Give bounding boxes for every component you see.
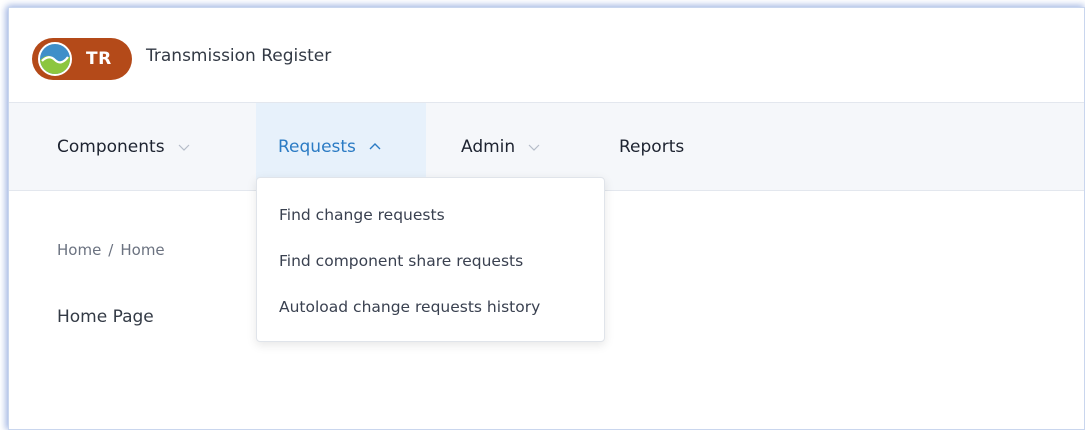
menu-item-find-component-share-requests[interactable]: Find component share requests	[257, 238, 604, 284]
app-header: TR Transmission Register	[9, 8, 1084, 103]
chevron-down-icon	[178, 144, 189, 151]
breadcrumb-separator: /	[108, 241, 114, 259]
logo-text: TR	[86, 49, 112, 69]
globe-icon	[38, 42, 72, 76]
app-title: Transmission Register	[146, 46, 332, 66]
requests-dropdown-menu: Find change requests Find component shar…	[256, 177, 605, 342]
nav-components-label: Components	[57, 136, 165, 157]
menu-item-find-change-requests[interactable]: Find change requests	[257, 192, 604, 238]
breadcrumb-item-current: Home	[120, 241, 165, 259]
nav-reports-label: Reports	[619, 136, 685, 157]
app-window: TR Transmission Register Components Requ…	[8, 7, 1085, 430]
nav-admin-label: Admin	[461, 136, 516, 157]
breadcrumb-item-home[interactable]: Home	[57, 241, 101, 259]
chevron-up-icon	[369, 142, 381, 149]
menu-item-autoload-change-requests-history[interactable]: Autoload change requests history	[257, 284, 604, 330]
nav-reports[interactable]: Reports	[609, 103, 694, 190]
app-logo[interactable]: TR	[32, 38, 132, 80]
chevron-down-icon	[528, 144, 540, 151]
nav-components[interactable]: Components	[47, 103, 201, 190]
breadcrumb: Home / Home	[57, 241, 165, 259]
nav-requests-label: Requests	[278, 136, 356, 157]
page-title: Home Page	[57, 307, 154, 327]
